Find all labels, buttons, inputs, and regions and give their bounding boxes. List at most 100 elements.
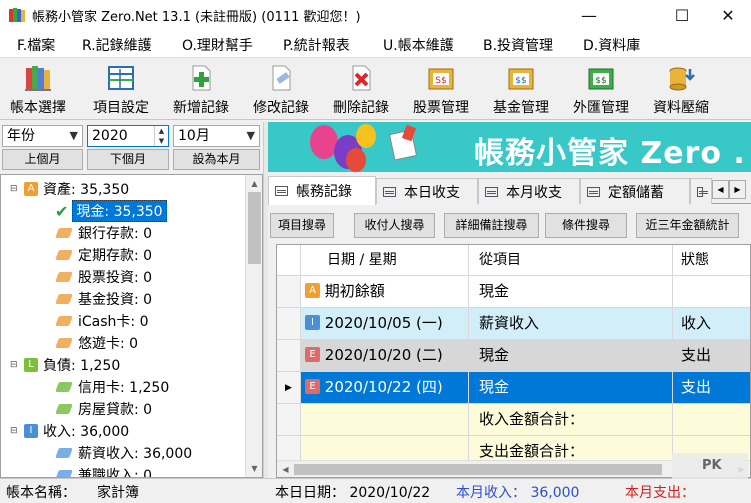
tree-label: 房屋貸款: 0 (78, 402, 153, 418)
tree-item-cash[interactable]: ✔ 現金: 35,350 (55, 200, 167, 222)
fund-management-button[interactable]: $$ 基金管理 (486, 60, 556, 118)
tree-item-icash[interactable]: iCash卡: 0 (55, 310, 149, 332)
year-spinner[interactable]: 2020 ▲ ▼ (87, 125, 169, 147)
window-title: 帳務小管家 Zero.Net 13.1 (未註冊版) (0111 歡迎您！) (32, 10, 361, 25)
tree-item-part-time[interactable]: 兼職收入: 0 (55, 464, 152, 477)
table-row[interactable]: I 2020/10/05 (一) 薪資收入 收入 (277, 308, 750, 340)
expense-badge-icon: E (305, 379, 320, 394)
select-ledger-button[interactable]: 帳本選擇 (6, 60, 70, 118)
column-header-date[interactable]: 日期 / 星期 (301, 245, 469, 276)
tag-icon (55, 272, 73, 282)
cell-status: 支出 (673, 340, 750, 372)
account-tree[interactable]: ⊟ A 資產: 35,350 ✔ 現金: 35,350 銀行存款: 0 定期存款… (0, 174, 263, 478)
maximize-icon: ☐ (674, 5, 690, 25)
tag-icon (55, 448, 73, 458)
set-this-month-button[interactable]: 設為本月 (173, 149, 260, 170)
close-button[interactable]: ✕ (705, 0, 751, 30)
payee-search-button[interactable]: 收付人搜尋 (354, 213, 435, 238)
table-row[interactable]: A 期初餘額 現金 (277, 276, 750, 308)
close-icon: ✕ (721, 5, 735, 25)
books-app-icon (9, 8, 25, 22)
scroll-left-icon[interactable]: ◀ (277, 461, 294, 477)
tab-records[interactable]: 帳務記錄 (268, 176, 376, 205)
tab-this-month[interactable]: 本月收支 (478, 178, 580, 204)
tree-item-mortgage[interactable]: 房屋貸款: 0 (55, 398, 153, 420)
month-select[interactable]: 10月 ▼ (173, 125, 260, 147)
tab-fixed-savings[interactable]: 定額儲蓄 (580, 178, 690, 204)
tree-group-assets[interactable]: ⊟ A 資產: 35,350 (10, 178, 129, 200)
menu-records[interactable]: R.記錄維護 (82, 35, 152, 55)
row-header[interactable] (277, 276, 301, 308)
table-icon (383, 186, 396, 197)
item-settings-button[interactable]: 項目設定 (86, 60, 156, 118)
forex-management-button[interactable]: $$ 外匯管理 (566, 60, 636, 118)
svg-text:$$: $$ (515, 76, 526, 86)
menu-reports[interactable]: P.統計報表 (283, 35, 350, 55)
column-header-from-item[interactable]: 從項目 (469, 245, 673, 276)
spinner-arrows-icon[interactable]: ▲ ▼ (154, 126, 168, 146)
tag-icon (55, 294, 73, 304)
tool-label: 帳本選擇 (10, 100, 66, 116)
chevron-down-icon: ▼ (246, 129, 255, 142)
condition-search-button[interactable]: 條件搜尋 (545, 213, 627, 238)
tab-scroll-left-icon[interactable]: ◀ (712, 180, 729, 199)
tool-label: 資料壓縮 (653, 100, 709, 116)
collapse-icon[interactable]: ⊟ (10, 426, 20, 436)
scroll-thumb[interactable] (294, 464, 662, 475)
tool-label: 外匯管理 (573, 100, 629, 116)
menu-ledger[interactable]: U.帳本維護 (383, 35, 454, 55)
scroll-up-icon[interactable]: ▲ (246, 175, 262, 192)
tree-label: 薪資收入: 36,000 (78, 446, 193, 462)
tree-item-fund-investment[interactable]: 基金投資: 0 (55, 288, 152, 310)
column-header-status[interactable]: 狀態 (673, 245, 750, 276)
income-badge-icon: I (24, 424, 38, 438)
tree-item-stock-investment[interactable]: 股票投資: 0 (55, 266, 152, 288)
tree-scrollbar[interactable]: ▲ ▼ (245, 175, 262, 477)
row-header[interactable] (277, 404, 301, 436)
note-search-button[interactable]: 詳細備註搜尋 (444, 213, 539, 238)
table-row-selected[interactable]: ▶ E 2020/10/22 (四) 現金 支出 (277, 372, 750, 404)
item-search-button[interactable]: 項目搜尋 (270, 213, 334, 238)
stock-icon: S$ (428, 68, 454, 90)
menu-finance-helper[interactable]: O.理財幫手 (182, 35, 253, 55)
stock-management-button[interactable]: S$ 股票管理 (406, 60, 476, 118)
tab-more[interactable] (690, 178, 712, 204)
tree-item-salary[interactable]: 薪資收入: 36,000 (55, 442, 193, 464)
collapse-icon[interactable]: ⊟ (10, 184, 20, 194)
tree-group-liabilities[interactable]: ⊟ L 負債: 1,250 (10, 354, 120, 376)
collapse-icon[interactable]: ⊟ (10, 360, 20, 370)
table-row-total[interactable]: 收入金額合計： (277, 404, 750, 436)
table-icon (485, 186, 498, 197)
menu-file[interactable]: F.檔案 (17, 35, 55, 55)
add-record-button[interactable]: 新增記錄 (166, 60, 236, 118)
period-select[interactable]: 年份 ▼ (2, 125, 83, 147)
tab-today[interactable]: 本日收支 (376, 178, 478, 204)
scroll-thumb[interactable] (248, 192, 261, 264)
tab-scroll-right-icon[interactable]: ▶ (729, 180, 746, 199)
row-pointer-icon[interactable]: ▶ (277, 372, 301, 404)
table-row[interactable]: E 2020/10/20 (二) 現金 支出 (277, 340, 750, 372)
minimize-button[interactable]: — (566, 0, 612, 30)
next-month-button[interactable]: 下個月 (87, 149, 169, 170)
cell-status: 支出 (673, 372, 750, 404)
edit-record-button[interactable]: 修改記錄 (246, 60, 316, 118)
maximize-button[interactable]: ☐ (659, 0, 705, 30)
three-year-stats-button[interactable]: 近三年金額統計 (636, 213, 739, 238)
menu-database[interactable]: D.資料庫 (583, 35, 640, 55)
tree-item-easycard[interactable]: 悠遊卡: 0 (55, 332, 138, 354)
tree-item-bank-deposit[interactable]: 銀行存款: 0 (55, 222, 152, 244)
scroll-down-icon[interactable]: ▼ (246, 460, 262, 477)
banner-title: 帳務小管家 Zero . (474, 136, 746, 171)
cell-item: 現金 (469, 276, 673, 308)
tree-item-time-deposit[interactable]: 定期存款: 0 (55, 244, 152, 266)
tree-group-income[interactable]: ⊟ I 收入: 36,000 (10, 420, 129, 442)
prev-month-button[interactable]: 上個月 (2, 149, 83, 170)
tree-item-credit-card[interactable]: 信用卡: 1,250 (55, 376, 169, 398)
period-value: 年份 (7, 128, 35, 144)
records-grid[interactable]: 日期 / 星期 從項目 狀態 A 期初餘額 現金 I 2020/10/05 (一… (276, 244, 751, 478)
row-header[interactable] (277, 308, 301, 340)
row-header[interactable] (277, 340, 301, 372)
delete-record-button[interactable]: 刪除記錄 (326, 60, 396, 118)
compress-data-button[interactable]: 資料壓縮 (646, 60, 716, 118)
menu-investment[interactable]: B.投資管理 (483, 35, 553, 55)
